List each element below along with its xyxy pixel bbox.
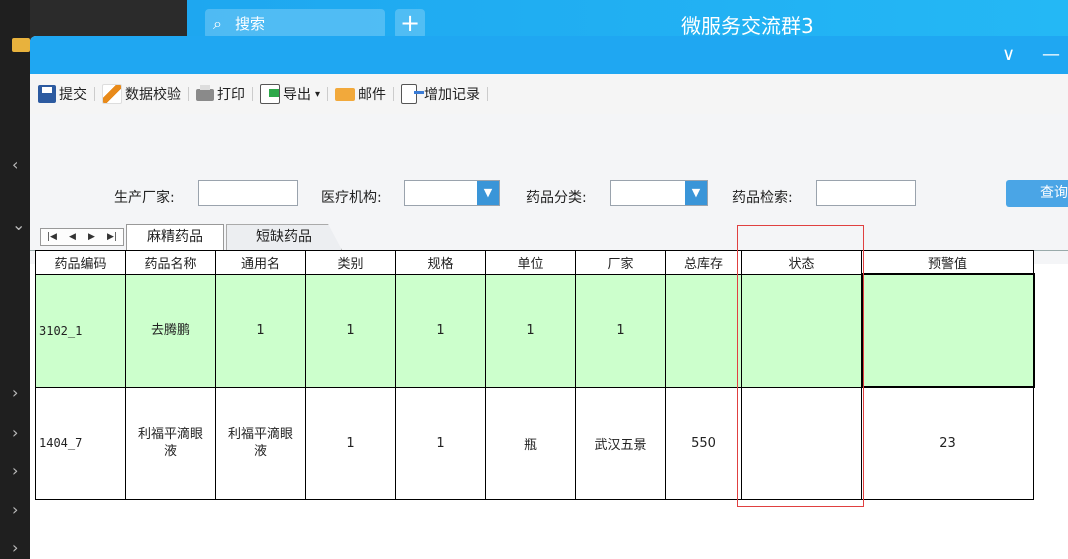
toolbar-divider (487, 87, 489, 101)
folder-icon (12, 38, 30, 52)
toolbar: 提交 数据校验 打印 导出 ▾ 邮件 增加记录 (30, 74, 1068, 114)
table-cell[interactable]: 1404_7 (35, 386, 126, 500)
chevron-right-icon: › (12, 500, 19, 519)
chevron-left-icon: ‹ (12, 155, 19, 174)
table-cell[interactable]: 去腾鹏 (125, 273, 216, 388)
category-select[interactable]: ▼ (610, 180, 708, 206)
check-pen-icon (102, 84, 122, 104)
save-icon (38, 85, 56, 103)
chat-title: 微服务交流群3 (681, 14, 814, 38)
institution-select[interactable]: ▼ (404, 180, 500, 206)
table-cell[interactable] (741, 273, 862, 388)
toolbar-divider (327, 87, 329, 101)
selected-cell[interactable] (860, 273, 1035, 388)
column-header[interactable]: 类别 (305, 250, 396, 275)
report-window: ∨ — 提交 数据校验 打印 导出 ▾ 邮件 增加记录 生产厂家: 医疗机构: … (30, 36, 1068, 559)
table-cell[interactable]: 1 (395, 386, 486, 500)
table-row[interactable]: 3102_1 去腾鹏 1 1 1 1 1 (35, 273, 1035, 388)
column-header[interactable]: 厂家 (575, 250, 666, 275)
drug-search-label: 药品检索: (732, 190, 793, 206)
minimize-icon[interactable]: — (1042, 44, 1060, 65)
add-button[interactable]: + (395, 9, 425, 39)
last-tab-icon[interactable]: ▶| (107, 232, 117, 242)
table-row[interactable]: 1404_7 利福平滴眼液 利福平滴眼液 1 1 瓶 武汉五景 550 23 (35, 386, 1034, 500)
table-cell[interactable] (741, 386, 862, 500)
table-cell[interactable]: 3102_1 (35, 273, 126, 388)
table-cell[interactable]: 1 (485, 273, 576, 388)
chevron-right-icon: › (12, 383, 19, 402)
background-app-sidebar: ‹ ⌄ › › › › › (0, 0, 30, 559)
collapse-icon[interactable]: ∨ (1002, 44, 1015, 65)
column-header[interactable]: 总库存 (665, 250, 742, 275)
export-icon (260, 84, 280, 104)
printer-icon (196, 85, 214, 101)
mail-button[interactable]: 邮件 (332, 81, 389, 107)
add-record-label: 增加记录 (424, 87, 481, 103)
table-cell[interactable]: 1 (395, 273, 486, 388)
toolbar-divider (94, 87, 95, 101)
chat-search-placeholder: 搜索 (235, 15, 266, 33)
chevron-right-icon: › (12, 423, 19, 442)
table-header-row: 药品编码 药品名称 通用名 类别 规格 单位 厂家 总库存 状态 预警值 (35, 250, 1034, 275)
table-cell[interactable]: 1 (575, 273, 666, 388)
manufacturer-input[interactable] (198, 180, 298, 206)
mail-icon (335, 88, 356, 101)
table-cell[interactable]: 利福平滴眼液 (125, 386, 216, 500)
table-cell[interactable]: 1 (305, 386, 396, 500)
toolbar-divider (252, 87, 253, 101)
window-title-bar: ∨ — (30, 36, 1068, 74)
tab-shortage-drugs[interactable]: 短缺药品 (226, 224, 342, 250)
submit-button[interactable]: 提交 (35, 81, 90, 107)
table-cell[interactable] (665, 273, 742, 388)
search-icon: ⌕ (213, 14, 222, 33)
export-button[interactable]: 导出 ▾ (257, 81, 323, 107)
export-label: 导出 (283, 87, 311, 103)
toolbar-divider (188, 87, 189, 101)
drug-search-input[interactable] (816, 180, 916, 206)
dropdown-arrow-icon[interactable]: ▼ (685, 181, 707, 205)
mail-label: 邮件 (358, 87, 387, 103)
table-cell[interactable]: 23 (861, 386, 1034, 500)
column-header[interactable]: 单位 (485, 250, 576, 275)
data-validate-button[interactable]: 数据校验 (99, 81, 184, 107)
column-header[interactable]: 状态 (741, 250, 862, 275)
next-tab-icon[interactable]: ▶ (88, 232, 95, 242)
table-cell[interactable]: 1 (305, 273, 396, 388)
print-label: 打印 (217, 87, 245, 103)
chevron-down-icon: ⌄ (12, 215, 26, 234)
category-label: 药品分类: (526, 190, 587, 206)
institution-label: 医疗机构: (321, 190, 382, 206)
query-button[interactable]: 查询 (1006, 180, 1068, 207)
submit-label: 提交 (59, 87, 87, 103)
dropdown-arrow-icon[interactable]: ▼ (477, 181, 499, 205)
chevron-down-icon[interactable]: ▾ (315, 89, 320, 100)
table-cell[interactable]: 武汉五景 (575, 386, 666, 500)
column-header[interactable]: 预警值 (861, 250, 1034, 275)
add-record-button[interactable]: 增加记录 (398, 81, 483, 107)
sheet-tab-bar: |◀ ◀ ▶ ▶| 麻精药品 短缺药品 (30, 224, 1068, 251)
table-cell[interactable]: 利福平滴眼液 (215, 386, 306, 500)
chevron-right-icon: › (12, 461, 19, 480)
table-cell[interactable]: 1 (215, 273, 306, 388)
print-button[interactable]: 打印 (193, 81, 248, 107)
column-header[interactable]: 药品编码 (35, 250, 126, 275)
chevron-right-icon: › (12, 538, 19, 557)
table-cell[interactable]: 550 (665, 386, 742, 500)
prev-tab-icon[interactable]: ◀ (69, 232, 76, 242)
manufacturer-label: 生产厂家: (114, 190, 175, 206)
column-header[interactable]: 通用名 (215, 250, 306, 275)
column-header[interactable]: 药品名称 (125, 250, 216, 275)
drug-table: 药品编码 药品名称 通用名 类别 规格 单位 厂家 总库存 状态 预警值 310… (35, 250, 1035, 500)
table-cell[interactable]: 瓶 (485, 386, 576, 500)
tab-narcotic-drugs[interactable]: 麻精药品 (126, 224, 224, 250)
column-header[interactable]: 规格 (395, 250, 486, 275)
data-validate-label: 数据校验 (125, 87, 181, 103)
add-record-icon (401, 84, 425, 104)
tab-navigation: |◀ ◀ ▶ ▶| (40, 228, 124, 246)
chat-search-box[interactable]: ⌕ 搜索 (205, 9, 385, 39)
toolbar-divider (393, 87, 395, 101)
first-tab-icon[interactable]: |◀ (47, 232, 57, 242)
